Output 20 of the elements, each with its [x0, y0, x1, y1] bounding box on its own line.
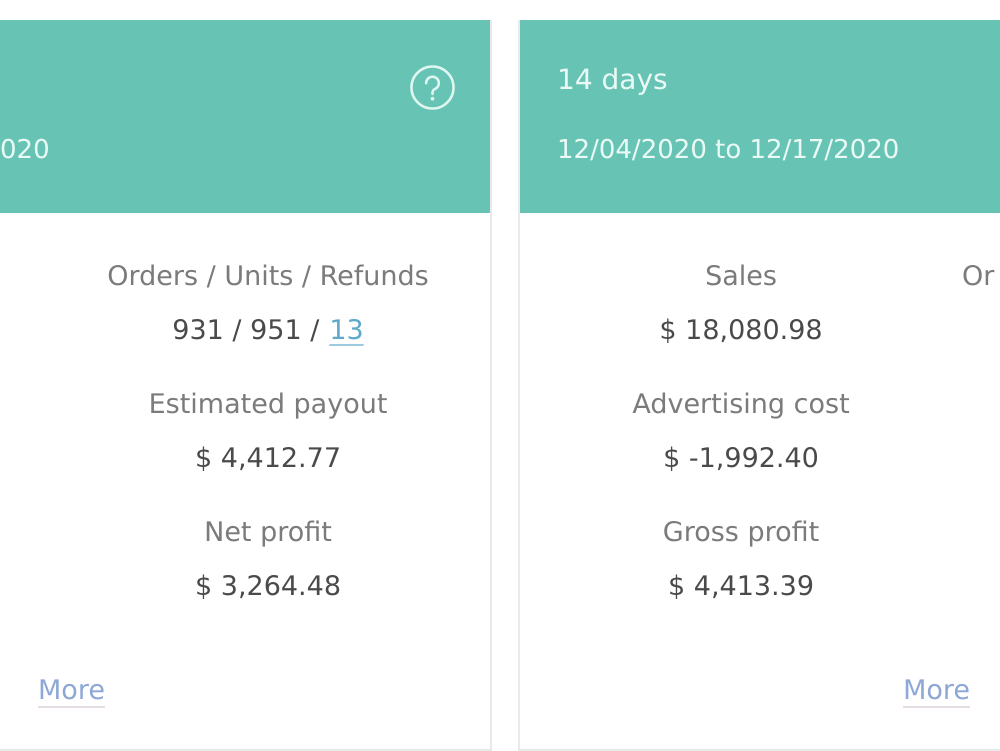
date-range: 020	[0, 134, 50, 167]
metric-label: Orders / Units / Refunds	[107, 260, 429, 294]
metric-label: Gross profit	[662, 516, 820, 550]
metric-label: Net profit	[204, 516, 332, 550]
more-link[interactable]: More	[903, 671, 970, 711]
metric-label: Advertising cost	[632, 388, 850, 422]
metric-value: $ 4,412.77	[195, 442, 341, 476]
period-title: 14 days	[557, 62, 668, 98]
metric-value: $ 4,413.39	[668, 570, 814, 604]
metric-value: $ 3,264.48	[195, 570, 341, 604]
help-icon[interactable]	[410, 65, 455, 110]
metric-label: Estimated payout	[148, 388, 388, 422]
metric-value: $ 18,080.98	[659, 314, 823, 348]
metric-value: $ -1,992.40	[663, 442, 819, 476]
date-range: 12/04/2020 to 12/17/2020	[557, 134, 900, 167]
metric-label: Or	[962, 260, 994, 294]
metric-label: Sales	[705, 260, 777, 294]
count-link[interactable]: 13	[329, 311, 364, 351]
more-link[interactable]: More	[38, 671, 105, 711]
metric-value: 931 / 951 /	[172, 314, 320, 348]
